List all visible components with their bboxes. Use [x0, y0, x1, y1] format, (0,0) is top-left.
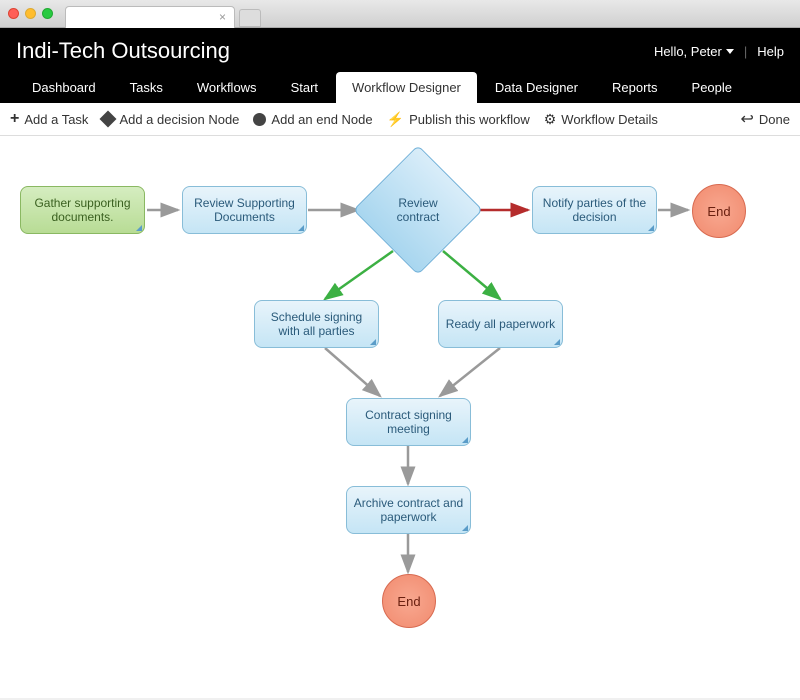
publish-label: Publish this workflow: [409, 112, 530, 127]
chevron-down-icon: [726, 49, 734, 54]
node-review-contract-decision[interactable]: Review contract: [353, 145, 483, 275]
node-label: Schedule signing with all parties: [261, 310, 372, 338]
close-window-button[interactable]: [8, 8, 19, 19]
nav-workflows[interactable]: Workflows: [181, 72, 273, 103]
node-label: Contract signing meeting: [353, 408, 464, 436]
node-gather-documents[interactable]: Gather supporting documents.: [20, 186, 145, 234]
done-button[interactable]: ↩ Done: [741, 109, 790, 129]
nav-data-designer[interactable]: Data Designer: [479, 72, 594, 103]
node-label: Review Supporting Documents: [189, 196, 300, 224]
help-link[interactable]: Help: [757, 44, 784, 59]
add-task-label: Add a Task: [24, 112, 88, 127]
add-end-label: Add an end Node: [271, 112, 372, 127]
diamond-icon: [100, 111, 117, 128]
done-label: Done: [759, 112, 790, 127]
add-task-button[interactable]: + Add a Task: [10, 110, 88, 128]
greeting-text: Hello, Peter: [654, 44, 722, 59]
browser-tab[interactable]: ×: [65, 6, 235, 28]
node-label: Gather supporting documents.: [27, 196, 138, 224]
minimize-window-button[interactable]: [25, 8, 36, 19]
node-end-bottom[interactable]: End: [382, 574, 436, 628]
bolt-icon: ⚡: [387, 111, 404, 128]
add-decision-label: Add a decision Node: [119, 112, 239, 127]
plus-icon: +: [10, 110, 19, 128]
node-label: Review contract: [379, 196, 457, 224]
node-label: End: [707, 204, 730, 219]
gear-icon: ⚙: [544, 111, 557, 128]
circle-icon: [253, 113, 266, 126]
browser-chrome: ×: [0, 0, 800, 28]
add-decision-button[interactable]: Add a decision Node: [102, 112, 239, 127]
node-review-docs[interactable]: Review Supporting Documents: [182, 186, 307, 234]
nav-workflow-designer[interactable]: Workflow Designer: [336, 72, 477, 103]
nav-dashboard[interactable]: Dashboard: [16, 72, 112, 103]
nav-tasks[interactable]: Tasks: [114, 72, 179, 103]
node-label: End: [397, 594, 420, 609]
add-end-button[interactable]: Add an end Node: [253, 112, 372, 127]
app-title: Indi-Tech Outsourcing: [16, 38, 230, 64]
divider: |: [744, 44, 747, 59]
close-tab-icon[interactable]: ×: [219, 10, 226, 24]
designer-toolbar: + Add a Task Add a decision Node Add an …: [0, 103, 800, 136]
node-signing-meeting[interactable]: Contract signing meeting: [346, 398, 471, 446]
details-label: Workflow Details: [561, 112, 658, 127]
new-tab-button[interactable]: [239, 9, 261, 27]
details-button[interactable]: ⚙ Workflow Details: [544, 111, 658, 128]
window-controls: [8, 8, 53, 19]
publish-button[interactable]: ⚡ Publish this workflow: [387, 111, 530, 128]
node-label: Ready all paperwork: [446, 317, 555, 331]
node-ready-paperwork[interactable]: Ready all paperwork: [438, 300, 563, 348]
node-schedule-signing[interactable]: Schedule signing with all parties: [254, 300, 379, 348]
back-arrow-icon: ↩: [741, 109, 754, 129]
nav-people[interactable]: People: [676, 72, 748, 103]
node-archive[interactable]: Archive contract and paperwork: [346, 486, 471, 534]
nav-start[interactable]: Start: [275, 72, 334, 103]
user-menu[interactable]: Hello, Peter: [654, 44, 734, 59]
node-end-top[interactable]: End: [692, 184, 746, 238]
maximize-window-button[interactable]: [42, 8, 53, 19]
workflow-canvas[interactable]: Gather supporting documents. Review Supp…: [0, 136, 800, 698]
node-label: Archive contract and paperwork: [353, 496, 464, 524]
main-nav: Dashboard Tasks Workflows Start Workflow…: [16, 72, 784, 103]
nav-reports[interactable]: Reports: [596, 72, 674, 103]
node-label: Notify parties of the decision: [539, 196, 650, 224]
node-notify-parties[interactable]: Notify parties of the decision: [532, 186, 657, 234]
app-header: Indi-Tech Outsourcing Hello, Peter | Hel…: [0, 28, 800, 103]
